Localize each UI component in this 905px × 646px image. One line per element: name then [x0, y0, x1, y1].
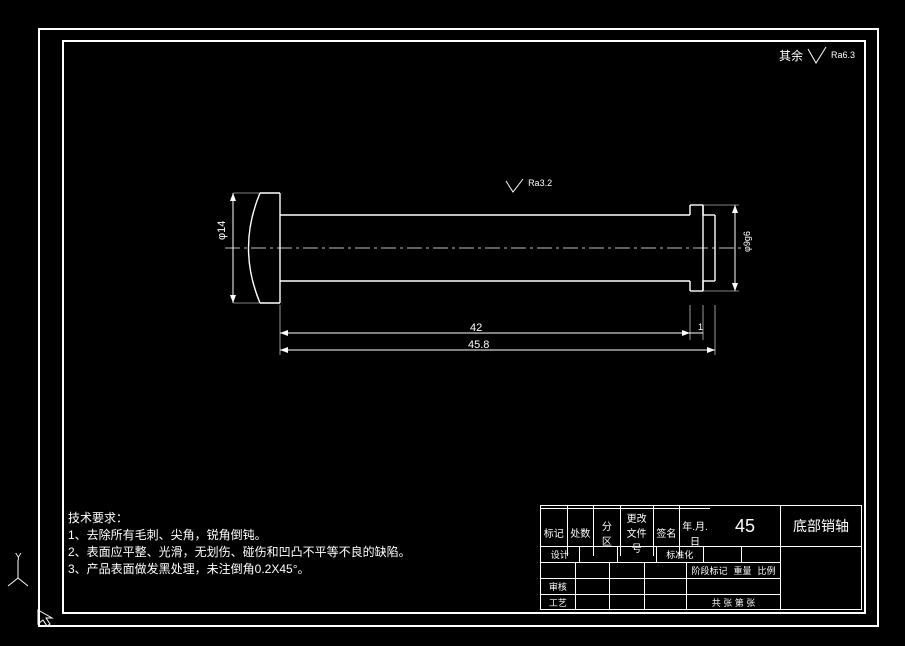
tb-stage: 阶段标记	[691, 564, 727, 577]
cursor-icon	[36, 608, 56, 631]
tb-review: 审核	[541, 579, 576, 594]
tb-process: 工艺	[541, 595, 576, 610]
dim-d2: φ9g6	[742, 231, 752, 252]
dim-len1: 42	[470, 322, 482, 334]
dim-d1: φ14	[216, 221, 228, 240]
tech-title: 技术要求：	[68, 511, 128, 525]
shaft-svg	[225, 175, 745, 365]
tb-scale: 比例	[758, 564, 776, 577]
tb-weight: 重量	[734, 564, 752, 577]
ucs-y-icon: Y	[3, 558, 33, 591]
tech-line3: 3、产品表面做发黑处理，未注倒角0.2X45°。	[68, 562, 310, 576]
dim-len2: 45.8	[468, 339, 489, 351]
cad-canvas[interactable]: 其余 Ra6.3 Ra3.2	[0, 0, 905, 646]
tb-design: 设计	[541, 547, 580, 562]
shaft-drawing	[225, 175, 745, 365]
surface-finish-prefix: 其余	[779, 47, 803, 64]
tech-line2: 2、表面应平整、光滑，无划伤、碰伤和凹凸不平等不良的缺陷。	[68, 545, 411, 559]
surface-finish-note: 其余 Ra6.3	[779, 45, 855, 65]
tb-std: 标准化	[657, 547, 704, 562]
tech-line1: 1、去除所有毛刺、尖角，锐角倒钝。	[68, 528, 267, 542]
title-block: 标记 处数 分 区 更改文件号 签名 年.月.日 45 底部销轴 设计 标准化	[540, 505, 862, 610]
tb-sheet: 共 张 第 张	[687, 595, 780, 610]
surface-finish-value: Ra6.3	[831, 50, 855, 60]
tech-requirements: 技术要求： 1、去除所有毛刺、尖角，锐角倒钝。 2、表面应平整、光滑，无划伤、碰…	[68, 510, 411, 578]
tb-part-name: 底部销轴	[781, 506, 861, 546]
roughness-icon	[806, 45, 828, 65]
tb-material: 45	[710, 506, 781, 546]
dim-len3: 1	[698, 322, 703, 332]
